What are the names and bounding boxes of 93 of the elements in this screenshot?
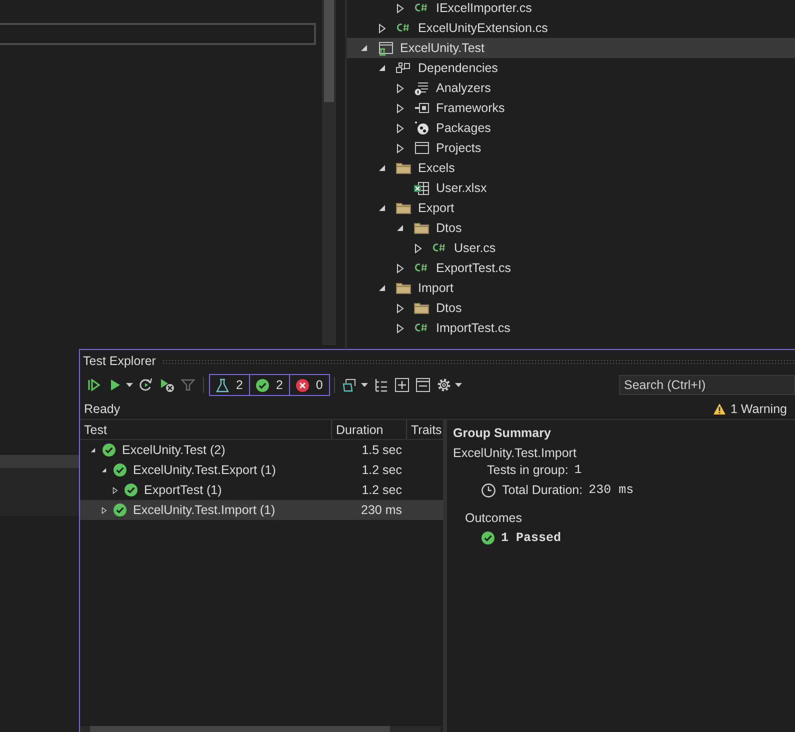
expand-arrow-icon[interactable] — [395, 302, 405, 314]
caret-icon — [454, 383, 462, 387]
repeat-icon — [138, 377, 154, 393]
horizontal-scrollbar[interactable] — [80, 726, 441, 732]
summary-title: Group Summary — [453, 426, 552, 440]
duration-cell-text: 1.2 sec — [360, 483, 402, 497]
column-header[interactable]: Test — [80, 420, 332, 439]
stat-value: 1 — [574, 463, 582, 477]
status-text: Ready — [84, 402, 120, 416]
failed-icon — [294, 378, 310, 392]
expand-arrow-icon[interactable] — [100, 506, 108, 514]
tree-item[interactable]: Frameworks — [347, 98, 795, 118]
expand-arrow-icon[interactable] — [413, 242, 423, 254]
hierarchy-icon — [372, 377, 389, 393]
collapse-arrow-icon[interactable] — [377, 62, 387, 74]
collapse-arrow-icon[interactable] — [377, 282, 387, 294]
clock-icon — [481, 482, 496, 498]
tree-item[interactable]: Dtos — [347, 218, 795, 238]
expand-arrow-icon[interactable] — [395, 82, 405, 94]
expand-arrow-icon[interactable] — [395, 102, 405, 114]
tree-item[interactable]: ExcelUnity.Test — [347, 38, 795, 58]
panel-title: Test Explorer — [83, 354, 156, 368]
test-row[interactable]: ExcelUnity.Test.Import (1) 230 ms — [80, 500, 443, 520]
playlist-icon — [342, 377, 358, 393]
caret-icon — [126, 383, 133, 387]
scrollbar[interactable] — [322, 0, 336, 345]
expand-arrow-icon[interactable] — [377, 22, 387, 34]
test-name: ExcelUnity.Test (2) — [122, 443, 226, 457]
tree-item[interactable]: ImportTest.cs — [347, 318, 795, 338]
test-name: ExcelUnity.Test.Export (1) — [133, 463, 276, 477]
collapse-arrow-icon[interactable] — [377, 202, 387, 214]
warning-count[interactable]: 1 Warning — [730, 402, 787, 416]
expand-all-icon — [394, 377, 410, 393]
collapse-arrow-icon[interactable] — [377, 162, 387, 174]
analyzers-icon — [413, 80, 430, 96]
passed-count-button[interactable]: 2 — [248, 374, 290, 396]
test-project-icon — [377, 40, 394, 56]
expand-arrow-icon[interactable] — [395, 262, 405, 274]
cancel-run-icon — [159, 377, 175, 393]
tree-item[interactable]: Dependencies — [347, 58, 795, 78]
tree-item[interactable]: Excels — [347, 158, 795, 178]
duration-cell-text: 1.5 sec — [360, 443, 402, 457]
collapse-arrow-icon[interactable] — [90, 446, 96, 454]
search-field[interactable]: Search (Ctrl+I) — [619, 375, 795, 395]
column-header[interactable]: Traits — [407, 420, 442, 439]
duration-cell-text: 230 ms — [360, 503, 402, 517]
flask-icon — [215, 378, 230, 392]
collapse-arrow-icon[interactable] — [395, 222, 405, 234]
tree-item[interactable]: ExcelUnityExtension.cs — [347, 18, 795, 38]
filter-icon — [180, 377, 196, 393]
tree-item[interactable]: Export — [347, 198, 795, 218]
expand-arrow-icon[interactable] — [395, 322, 405, 334]
tree-item[interactable]: Projects — [347, 138, 795, 158]
input-field[interactable] — [0, 23, 316, 45]
expand-arrow-icon[interactable] — [395, 142, 405, 154]
column-header[interactable]: Duration — [332, 420, 407, 439]
run-all-icon — [86, 377, 102, 393]
tree-item[interactable]: Packages — [347, 118, 795, 138]
duration-cell-text: 1.2 sec — [360, 463, 402, 477]
passed-icon — [254, 378, 270, 392]
group-name: ExcelUnity.Test.Import — [453, 446, 578, 460]
stat-label: Total Duration: — [502, 483, 583, 497]
collapse-all-icon — [414, 377, 431, 393]
stat-label: Tests in group: — [487, 463, 568, 477]
window-icon — [413, 140, 430, 156]
tree-item[interactable]: Dtos — [347, 298, 795, 318]
tree-item[interactable]: ExportTest.cs — [347, 258, 795, 278]
spreadsheet-icon — [413, 180, 430, 196]
stat-value: 230 ms — [588, 483, 634, 497]
tree-item[interactable]: User.cs — [347, 238, 795, 258]
test-row[interactable]: ExcelUnity.Test.Export (1) 1.2 sec — [80, 460, 443, 480]
tree-item[interactable]: Import — [347, 278, 795, 298]
collapse-arrow-icon[interactable] — [100, 466, 108, 474]
test-row[interactable]: ExcelUnity.Test (2) 1.5 sec — [80, 440, 443, 460]
outcomes-heading: Outcomes — [464, 510, 523, 527]
packages-icon — [413, 120, 430, 136]
test-row[interactable]: ExportTest (1) 1.2 sec — [80, 480, 443, 500]
test-name: ExcelUnity.Test.Import (1) — [133, 503, 276, 517]
failed-count-button[interactable]: 0 — [288, 374, 330, 396]
warning-icon — [713, 403, 726, 415]
settings-icon — [436, 377, 452, 393]
outcome-count: 1 Passed — [501, 531, 562, 545]
test-name: ExportTest (1) — [144, 483, 222, 497]
scrollbar-thumb[interactable] — [324, 0, 334, 102]
expand-arrow-icon[interactable] — [395, 2, 405, 14]
tree-item[interactable]: IExcelImporter.cs — [347, 0, 795, 18]
tree-item[interactable]: User.xlsx — [347, 178, 795, 198]
expand-arrow-icon[interactable] — [112, 486, 118, 494]
expand-arrow-icon[interactable] — [395, 122, 405, 134]
tree-item[interactable]: Analyzers — [347, 78, 795, 98]
collapse-arrow-icon[interactable] — [359, 42, 369, 54]
caret-icon — [360, 383, 368, 387]
total-count-button[interactable]: 2 — [209, 374, 250, 396]
